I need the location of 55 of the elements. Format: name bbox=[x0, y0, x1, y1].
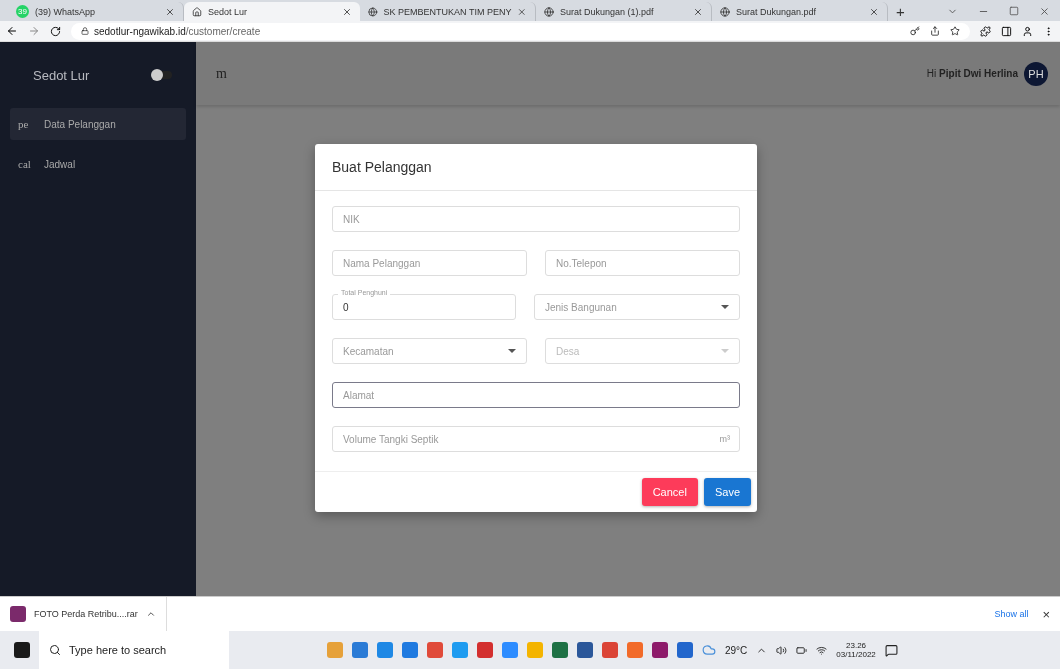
weather-text: 29°C bbox=[725, 644, 748, 656]
app-title: Sedot Lur bbox=[33, 67, 90, 83]
address-bar[interactable]: sedotlur-ngawikab.id/customer/create bbox=[71, 22, 970, 40]
close-icon[interactable] bbox=[165, 6, 175, 17]
menu-text[interactable]: m bbox=[216, 65, 227, 82]
close-icon[interactable] bbox=[869, 6, 879, 17]
close-icon[interactable] bbox=[517, 6, 527, 17]
unit-label: m³ bbox=[719, 434, 730, 444]
icon-text: cal bbox=[18, 158, 32, 170]
close-button[interactable]: × bbox=[1042, 606, 1050, 622]
save-button[interactable]: Save bbox=[703, 478, 751, 506]
icon-text: pe bbox=[18, 118, 30, 130]
toggle-switch[interactable] bbox=[152, 71, 172, 79]
star-icon[interactable] bbox=[950, 26, 960, 36]
browser-tab[interactable]: Sedot Lur bbox=[184, 2, 360, 21]
sidebar-item[interactable]: pe Data Pelanggan bbox=[10, 108, 186, 140]
back-icon[interactable] bbox=[6, 25, 18, 37]
taskbar-app-icon[interactable] bbox=[652, 642, 668, 658]
globe-icon bbox=[544, 6, 554, 17]
puzzle-icon[interactable] bbox=[980, 25, 991, 37]
close-icon[interactable] bbox=[693, 6, 703, 17]
forward-icon[interactable] bbox=[28, 25, 40, 37]
profile-icon[interactable] bbox=[1022, 25, 1033, 37]
clock[interactable]: 23.26 03/11/2022 bbox=[836, 641, 876, 659]
close-icon[interactable] bbox=[342, 6, 352, 17]
modal-title: Buat Pelanggan bbox=[315, 144, 757, 191]
battery-icon[interactable] bbox=[796, 644, 808, 656]
whatsapp-badge: 39 bbox=[16, 5, 29, 18]
greeting: Hi Pipit Dwi Herlina bbox=[926, 68, 1018, 79]
globe-icon bbox=[368, 6, 378, 17]
input-field[interactable]: Alamat bbox=[332, 382, 740, 408]
taskbar-app-icon[interactable] bbox=[552, 642, 568, 658]
home-icon bbox=[192, 6, 202, 17]
key-icon[interactable] bbox=[910, 26, 920, 36]
side-panel-icon[interactable] bbox=[1001, 25, 1012, 37]
globe-icon bbox=[720, 6, 730, 17]
new-tab-button[interactable]: + bbox=[896, 2, 905, 21]
taskbar-app-icon[interactable] bbox=[577, 642, 593, 658]
notifications-icon[interactable] bbox=[884, 643, 898, 657]
speaker-icon[interactable] bbox=[776, 644, 788, 656]
network-icon[interactable] bbox=[816, 644, 828, 656]
search-field[interactable]: Type here to search bbox=[39, 631, 229, 669]
sidebar-item[interactable]: cal Jadwal bbox=[10, 148, 186, 180]
cloud-icon bbox=[702, 643, 716, 657]
reload-icon[interactable] bbox=[50, 25, 61, 37]
share-icon[interactable] bbox=[930, 26, 940, 36]
avatar[interactable]: PH bbox=[1024, 61, 1048, 86]
show-all-link[interactable]: Show all bbox=[994, 609, 1029, 619]
close-icon[interactable] bbox=[1039, 6, 1050, 17]
lock-icon bbox=[81, 27, 89, 35]
chevron-up-icon bbox=[145, 609, 156, 619]
search-icon bbox=[49, 644, 61, 656]
taskbar-app-icon[interactable] bbox=[677, 642, 693, 658]
cancel-button[interactable]: Cancel bbox=[641, 478, 698, 506]
maximize-icon[interactable] bbox=[1009, 6, 1019, 16]
